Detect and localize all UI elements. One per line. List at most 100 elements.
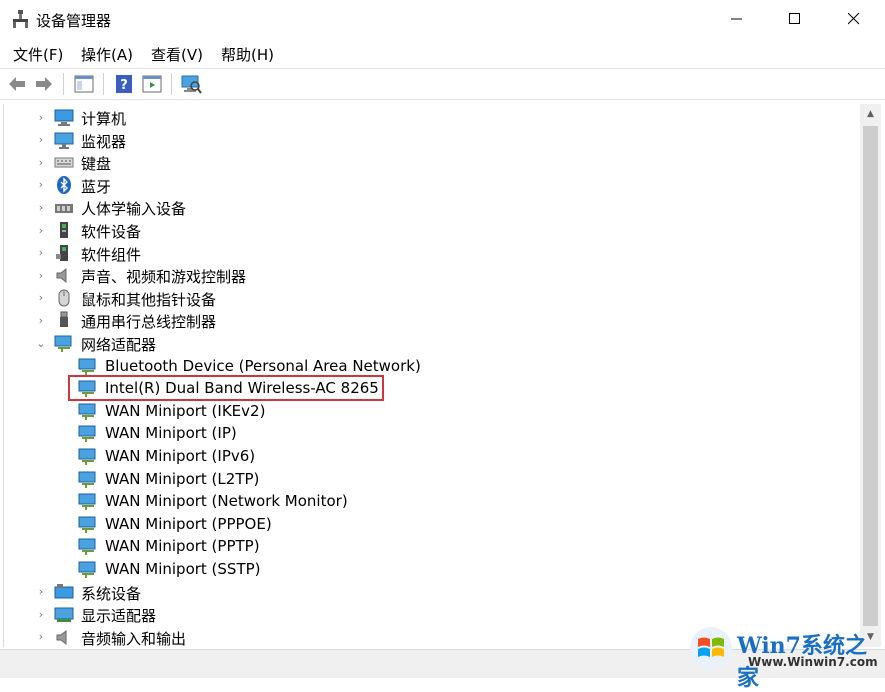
tree-item-label: 蓝牙 xyxy=(81,177,112,196)
tree-item-label: 软件组件 xyxy=(81,245,142,264)
chevron-down-icon[interactable]: ⌄ xyxy=(35,337,47,350)
vertical-scrollbar[interactable]: ▲ ▼ xyxy=(860,104,881,647)
help-icon[interactable]: ? xyxy=(113,73,135,95)
chevron-right-icon[interactable]: › xyxy=(35,291,47,304)
close-button[interactable] xyxy=(825,0,883,38)
chevron-right-icon[interactable]: › xyxy=(35,178,47,191)
chevron-right-icon[interactable]: › xyxy=(35,133,47,146)
tree-item[interactable]: › 监视器 xyxy=(4,129,860,151)
minimize-icon xyxy=(731,18,742,20)
chevron-right-icon[interactable]: › xyxy=(35,224,47,237)
network-adapter-item[interactable]: WAN Miniport (IPv6) xyxy=(4,445,860,467)
tree-item[interactable]: ⌄ 网络适配器 xyxy=(4,332,860,354)
chevron-right-icon[interactable]: › xyxy=(35,630,47,643)
network-adapter-icon xyxy=(78,538,96,556)
svg-text:?: ? xyxy=(120,78,128,93)
scroll-thumb[interactable] xyxy=(863,126,878,626)
network-adapter-icon xyxy=(78,493,96,511)
scan-hardware-icon[interactable] xyxy=(180,73,202,95)
tree-item[interactable]: › 软件组件 xyxy=(4,242,860,264)
tree-item-label: 监视器 xyxy=(81,132,127,151)
windows-logo-icon xyxy=(690,627,732,669)
menu-file[interactable]: 文件(F) xyxy=(13,44,63,65)
minimize-button[interactable] xyxy=(708,0,766,38)
tree-item-label: 网络适配器 xyxy=(81,336,157,354)
tree-item-label: 软件设备 xyxy=(81,223,142,241)
network-adapter-item[interactable]: WAN Miniport (PPPOE) xyxy=(4,513,860,535)
computer-icon xyxy=(54,109,74,126)
menu-help[interactable]: 帮助(H) xyxy=(221,44,274,65)
chevron-right-icon[interactable]: › xyxy=(35,156,47,169)
tree-item[interactable]: › 人体学输入设备 xyxy=(4,196,860,218)
keyboard-icon xyxy=(54,157,74,168)
show-hide-console-tree-icon[interactable] xyxy=(73,73,95,95)
toolbar-separator xyxy=(103,73,104,95)
chevron-right-icon[interactable]: › xyxy=(35,608,47,621)
tree-item[interactable]: › 声音、视频和游戏控制器 xyxy=(4,264,860,286)
network-adapter-icon xyxy=(78,425,96,443)
title-bar: 设备管理器 xyxy=(0,0,885,38)
chevron-right-icon[interactable]: › xyxy=(35,201,47,214)
speaker-icon xyxy=(56,268,67,284)
chevron-right-icon[interactable]: › xyxy=(35,585,47,598)
network-adapter-item[interactable]: Bluetooth Device (Personal Area Network) xyxy=(4,355,860,377)
network-adapter-icon xyxy=(78,561,96,578)
menu-action[interactable]: 操作(A) xyxy=(81,44,133,65)
network-adapter-item[interactable]: WAN Miniport (PPTP) xyxy=(4,535,860,557)
tree-item-label: WAN Miniport (PPTP) xyxy=(105,537,260,556)
tree-item[interactable]: › 鼠标和其他指针设备 xyxy=(4,287,860,309)
tree-item[interactable]: › 蓝牙 xyxy=(4,174,860,196)
tree-item-label: 计算机 xyxy=(81,110,127,128)
network-adapter-item[interactable]: WAN Miniport (IP) xyxy=(4,422,860,444)
network-adapter-item[interactable]: WAN Miniport (IKEv2) xyxy=(4,400,860,422)
chevron-right-icon[interactable]: › xyxy=(35,111,47,124)
tree-item-label: Bluetooth Device (Personal Area Network) xyxy=(105,356,421,375)
toolbar-separator xyxy=(63,73,64,95)
tree-item-label: 音频输入和输出 xyxy=(81,629,187,648)
tree-item[interactable]: › 计算机 xyxy=(4,106,860,128)
maximize-icon xyxy=(789,13,800,24)
mouse-icon xyxy=(58,289,70,307)
tree-item[interactable]: › 通用串行总线控制器 xyxy=(4,309,860,331)
network-adapter-item[interactable]: WAN Miniport (Network Monitor) xyxy=(4,490,860,512)
device-manager-icon xyxy=(13,10,28,28)
monitor-icon xyxy=(54,132,74,149)
tree-item-label: WAN Miniport (Network Monitor) xyxy=(105,492,348,511)
tree-item[interactable]: › 键盘 xyxy=(4,151,860,173)
tree-item-label: 系统设备 xyxy=(81,584,142,603)
system-device-icon xyxy=(54,583,74,599)
maximize-button[interactable] xyxy=(766,0,824,38)
network-adapter-icon xyxy=(78,471,96,488)
tree-item-label: 鼠标和其他指针设备 xyxy=(81,290,217,309)
chevron-right-icon[interactable]: › xyxy=(35,314,47,327)
forward-arrow-icon[interactable] xyxy=(33,73,55,95)
network-adapter-icon xyxy=(78,358,96,375)
software-component-icon xyxy=(56,244,68,261)
tree-item-label: WAN Miniport (IKEv2) xyxy=(105,401,266,420)
menu-view[interactable]: 查看(V) xyxy=(151,44,203,65)
chevron-right-icon[interactable]: › xyxy=(35,269,47,282)
display-adapter-icon xyxy=(54,607,74,623)
hid-icon xyxy=(55,204,73,214)
network-adapter-icon xyxy=(78,516,96,533)
bluetooth-icon xyxy=(57,175,71,194)
scroll-up-button[interactable]: ▲ xyxy=(860,104,881,124)
network-adapter-item[interactable]: WAN Miniport (L2TP) xyxy=(4,468,860,490)
watermark-url: Www.Winwin7.com xyxy=(748,655,878,669)
back-arrow-icon[interactable] xyxy=(6,73,28,95)
tree-item-label: WAN Miniport (PPPOE) xyxy=(105,514,272,533)
menu-bar: 文件(F) 操作(A) 查看(V) 帮助(H) xyxy=(0,40,885,66)
tree-item-label: WAN Miniport (IP) xyxy=(105,424,237,443)
close-icon xyxy=(848,13,860,25)
tree-item[interactable]: › 软件设备 xyxy=(4,219,860,241)
audio-io-icon xyxy=(56,629,67,645)
properties-icon[interactable] xyxy=(141,73,163,95)
highlight-box xyxy=(68,375,384,401)
chevron-right-icon[interactable]: › xyxy=(35,246,47,259)
tree-item-label: 声音、视频和游戏控制器 xyxy=(81,268,247,287)
tree-item[interactable]: › 系统设备 xyxy=(4,581,860,603)
tree-item-label: 显示适配器 xyxy=(81,607,157,626)
network-adapter-item[interactable]: WAN Miniport (SSTP) xyxy=(4,558,860,580)
tree-item[interactable]: › 显示适配器 xyxy=(4,603,860,625)
toolbar: ? xyxy=(0,68,885,100)
